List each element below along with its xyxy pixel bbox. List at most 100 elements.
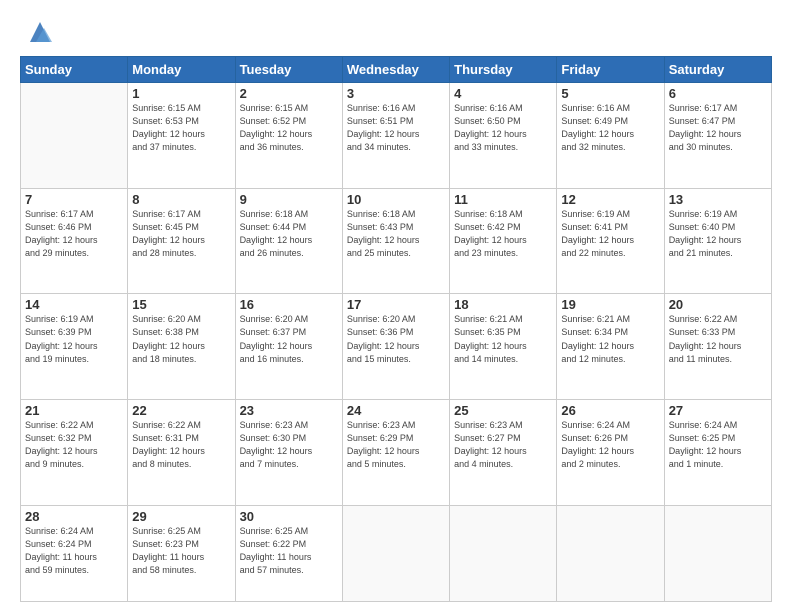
day-info: Sunrise: 6:19 AM Sunset: 6:39 PM Dayligh… [25,313,123,365]
page: SundayMondayTuesdayWednesdayThursdayFrid… [0,0,792,612]
day-info: Sunrise: 6:18 AM Sunset: 6:42 PM Dayligh… [454,208,552,260]
calendar-cell: 7Sunrise: 6:17 AM Sunset: 6:46 PM Daylig… [21,188,128,294]
col-header-tuesday: Tuesday [235,57,342,83]
col-header-monday: Monday [128,57,235,83]
day-info: Sunrise: 6:16 AM Sunset: 6:51 PM Dayligh… [347,102,445,154]
day-info: Sunrise: 6:20 AM Sunset: 6:37 PM Dayligh… [240,313,338,365]
day-info: Sunrise: 6:25 AM Sunset: 6:23 PM Dayligh… [132,525,230,577]
day-number: 17 [347,297,445,312]
calendar-cell [664,505,771,601]
calendar-cell: 8Sunrise: 6:17 AM Sunset: 6:45 PM Daylig… [128,188,235,294]
calendar-cell: 28Sunrise: 6:24 AM Sunset: 6:24 PM Dayli… [21,505,128,601]
calendar-cell: 12Sunrise: 6:19 AM Sunset: 6:41 PM Dayli… [557,188,664,294]
day-number: 1 [132,86,230,101]
day-number: 3 [347,86,445,101]
day-number: 10 [347,192,445,207]
calendar-cell: 21Sunrise: 6:22 AM Sunset: 6:32 PM Dayli… [21,400,128,506]
day-info: Sunrise: 6:25 AM Sunset: 6:22 PM Dayligh… [240,525,338,577]
day-number: 6 [669,86,767,101]
day-info: Sunrise: 6:22 AM Sunset: 6:33 PM Dayligh… [669,313,767,365]
header-row: SundayMondayTuesdayWednesdayThursdayFrid… [21,57,772,83]
calendar-cell: 14Sunrise: 6:19 AM Sunset: 6:39 PM Dayli… [21,294,128,400]
day-number: 21 [25,403,123,418]
calendar-cell: 18Sunrise: 6:21 AM Sunset: 6:35 PM Dayli… [450,294,557,400]
day-info: Sunrise: 6:23 AM Sunset: 6:30 PM Dayligh… [240,419,338,471]
calendar-cell: 1Sunrise: 6:15 AM Sunset: 6:53 PM Daylig… [128,83,235,189]
day-info: Sunrise: 6:21 AM Sunset: 6:34 PM Dayligh… [561,313,659,365]
calendar-cell: 19Sunrise: 6:21 AM Sunset: 6:34 PM Dayli… [557,294,664,400]
col-header-friday: Friday [557,57,664,83]
day-number: 4 [454,86,552,101]
day-info: Sunrise: 6:16 AM Sunset: 6:49 PM Dayligh… [561,102,659,154]
calendar-cell: 6Sunrise: 6:17 AM Sunset: 6:47 PM Daylig… [664,83,771,189]
day-info: Sunrise: 6:20 AM Sunset: 6:38 PM Dayligh… [132,313,230,365]
day-number: 24 [347,403,445,418]
col-header-wednesday: Wednesday [342,57,449,83]
day-info: Sunrise: 6:23 AM Sunset: 6:29 PM Dayligh… [347,419,445,471]
day-number: 16 [240,297,338,312]
day-number: 27 [669,403,767,418]
day-number: 22 [132,403,230,418]
week-row-2: 7Sunrise: 6:17 AM Sunset: 6:46 PM Daylig… [21,188,772,294]
calendar-cell: 4Sunrise: 6:16 AM Sunset: 6:50 PM Daylig… [450,83,557,189]
day-number: 28 [25,509,123,524]
day-info: Sunrise: 6:17 AM Sunset: 6:45 PM Dayligh… [132,208,230,260]
day-info: Sunrise: 6:24 AM Sunset: 6:24 PM Dayligh… [25,525,123,577]
col-header-thursday: Thursday [450,57,557,83]
day-info: Sunrise: 6:18 AM Sunset: 6:43 PM Dayligh… [347,208,445,260]
calendar-cell: 3Sunrise: 6:16 AM Sunset: 6:51 PM Daylig… [342,83,449,189]
day-info: Sunrise: 6:22 AM Sunset: 6:31 PM Dayligh… [132,419,230,471]
calendar-cell: 30Sunrise: 6:25 AM Sunset: 6:22 PM Dayli… [235,505,342,601]
calendar-cell: 20Sunrise: 6:22 AM Sunset: 6:33 PM Dayli… [664,294,771,400]
week-row-3: 14Sunrise: 6:19 AM Sunset: 6:39 PM Dayli… [21,294,772,400]
calendar-cell: 13Sunrise: 6:19 AM Sunset: 6:40 PM Dayli… [664,188,771,294]
day-info: Sunrise: 6:15 AM Sunset: 6:53 PM Dayligh… [132,102,230,154]
day-info: Sunrise: 6:22 AM Sunset: 6:32 PM Dayligh… [25,419,123,471]
day-number: 15 [132,297,230,312]
day-info: Sunrise: 6:23 AM Sunset: 6:27 PM Dayligh… [454,419,552,471]
calendar-cell: 9Sunrise: 6:18 AM Sunset: 6:44 PM Daylig… [235,188,342,294]
week-row-1: 1Sunrise: 6:15 AM Sunset: 6:53 PM Daylig… [21,83,772,189]
calendar-cell [450,505,557,601]
day-number: 8 [132,192,230,207]
day-info: Sunrise: 6:16 AM Sunset: 6:50 PM Dayligh… [454,102,552,154]
logo [20,18,54,46]
day-info: Sunrise: 6:19 AM Sunset: 6:40 PM Dayligh… [669,208,767,260]
day-number: 20 [669,297,767,312]
calendar-cell: 25Sunrise: 6:23 AM Sunset: 6:27 PM Dayli… [450,400,557,506]
day-number: 18 [454,297,552,312]
week-row-4: 21Sunrise: 6:22 AM Sunset: 6:32 PM Dayli… [21,400,772,506]
calendar-cell: 29Sunrise: 6:25 AM Sunset: 6:23 PM Dayli… [128,505,235,601]
calendar-cell: 5Sunrise: 6:16 AM Sunset: 6:49 PM Daylig… [557,83,664,189]
day-number: 25 [454,403,552,418]
day-info: Sunrise: 6:17 AM Sunset: 6:47 PM Dayligh… [669,102,767,154]
calendar-cell [557,505,664,601]
day-number: 5 [561,86,659,101]
day-number: 9 [240,192,338,207]
calendar-cell [21,83,128,189]
calendar-cell: 22Sunrise: 6:22 AM Sunset: 6:31 PM Dayli… [128,400,235,506]
day-info: Sunrise: 6:21 AM Sunset: 6:35 PM Dayligh… [454,313,552,365]
calendar-cell: 27Sunrise: 6:24 AM Sunset: 6:25 PM Dayli… [664,400,771,506]
day-number: 12 [561,192,659,207]
col-header-sunday: Sunday [21,57,128,83]
day-info: Sunrise: 6:24 AM Sunset: 6:26 PM Dayligh… [561,419,659,471]
calendar-cell: 16Sunrise: 6:20 AM Sunset: 6:37 PM Dayli… [235,294,342,400]
calendar-cell: 10Sunrise: 6:18 AM Sunset: 6:43 PM Dayli… [342,188,449,294]
calendar-table: SundayMondayTuesdayWednesdayThursdayFrid… [20,56,772,602]
day-number: 11 [454,192,552,207]
logo-icon [26,18,54,46]
day-number: 2 [240,86,338,101]
calendar-cell [342,505,449,601]
calendar-cell: 17Sunrise: 6:20 AM Sunset: 6:36 PM Dayli… [342,294,449,400]
day-number: 19 [561,297,659,312]
calendar-cell: 24Sunrise: 6:23 AM Sunset: 6:29 PM Dayli… [342,400,449,506]
calendar-cell: 26Sunrise: 6:24 AM Sunset: 6:26 PM Dayli… [557,400,664,506]
col-header-saturday: Saturday [664,57,771,83]
day-info: Sunrise: 6:17 AM Sunset: 6:46 PM Dayligh… [25,208,123,260]
calendar-cell: 23Sunrise: 6:23 AM Sunset: 6:30 PM Dayli… [235,400,342,506]
day-number: 14 [25,297,123,312]
day-info: Sunrise: 6:15 AM Sunset: 6:52 PM Dayligh… [240,102,338,154]
calendar-cell: 11Sunrise: 6:18 AM Sunset: 6:42 PM Dayli… [450,188,557,294]
header [20,18,772,46]
